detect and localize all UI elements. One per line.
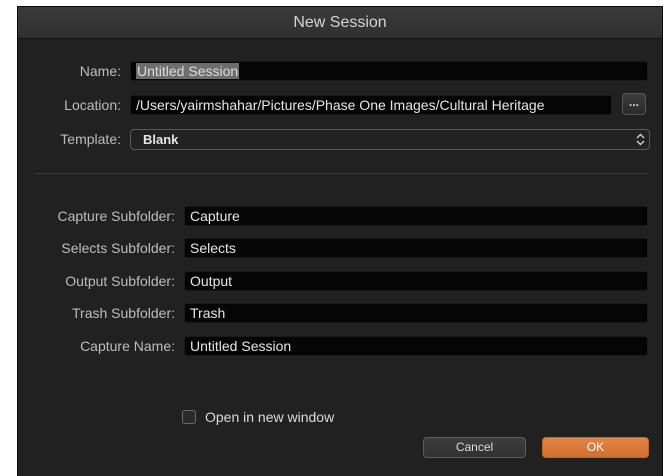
capture-name-field[interactable]: Untitled Session bbox=[184, 336, 648, 356]
template-select-value: Blank bbox=[143, 132, 179, 147]
location-field[interactable]: /Users/yairmshahar/Pictures/Phase One Im… bbox=[130, 95, 612, 115]
selects-subfolder-label: Selects Subfolder: bbox=[61, 240, 175, 256]
ok-button[interactable]: OK bbox=[542, 437, 649, 458]
capture-subfolder-label: Capture Subfolder: bbox=[57, 208, 175, 224]
template-label: Template: bbox=[60, 131, 121, 147]
location-label: Location: bbox=[64, 97, 121, 113]
template-select[interactable]: Blank bbox=[130, 129, 650, 150]
section-divider bbox=[34, 173, 648, 174]
dialog-title: New Session bbox=[18, 7, 662, 39]
selects-subfolder-field[interactable]: Selects bbox=[184, 238, 648, 258]
open-new-window-label[interactable]: Open in new window bbox=[205, 409, 334, 425]
capture-name-label: Capture Name: bbox=[80, 338, 175, 354]
capture-subfolder-field[interactable]: Capture bbox=[184, 206, 648, 226]
output-subfolder-field[interactable]: Output bbox=[184, 271, 648, 291]
output-subfolder-label: Output Subfolder: bbox=[65, 273, 175, 289]
up-down-chevron-icon bbox=[636, 133, 645, 146]
name-field-value: Untitled Session bbox=[136, 63, 240, 79]
browse-button[interactable]: ... bbox=[622, 93, 646, 115]
open-new-window-checkbox[interactable] bbox=[182, 410, 196, 424]
name-label: Name: bbox=[79, 63, 121, 79]
trash-subfolder-label: Trash Subfolder: bbox=[72, 305, 175, 321]
cancel-button[interactable]: Cancel bbox=[423, 437, 526, 458]
new-session-dialog: New Session Name: Untitled Session Locat… bbox=[17, 6, 663, 476]
trash-subfolder-field[interactable]: Trash bbox=[184, 303, 648, 323]
name-field[interactable]: Untitled Session bbox=[130, 61, 648, 81]
